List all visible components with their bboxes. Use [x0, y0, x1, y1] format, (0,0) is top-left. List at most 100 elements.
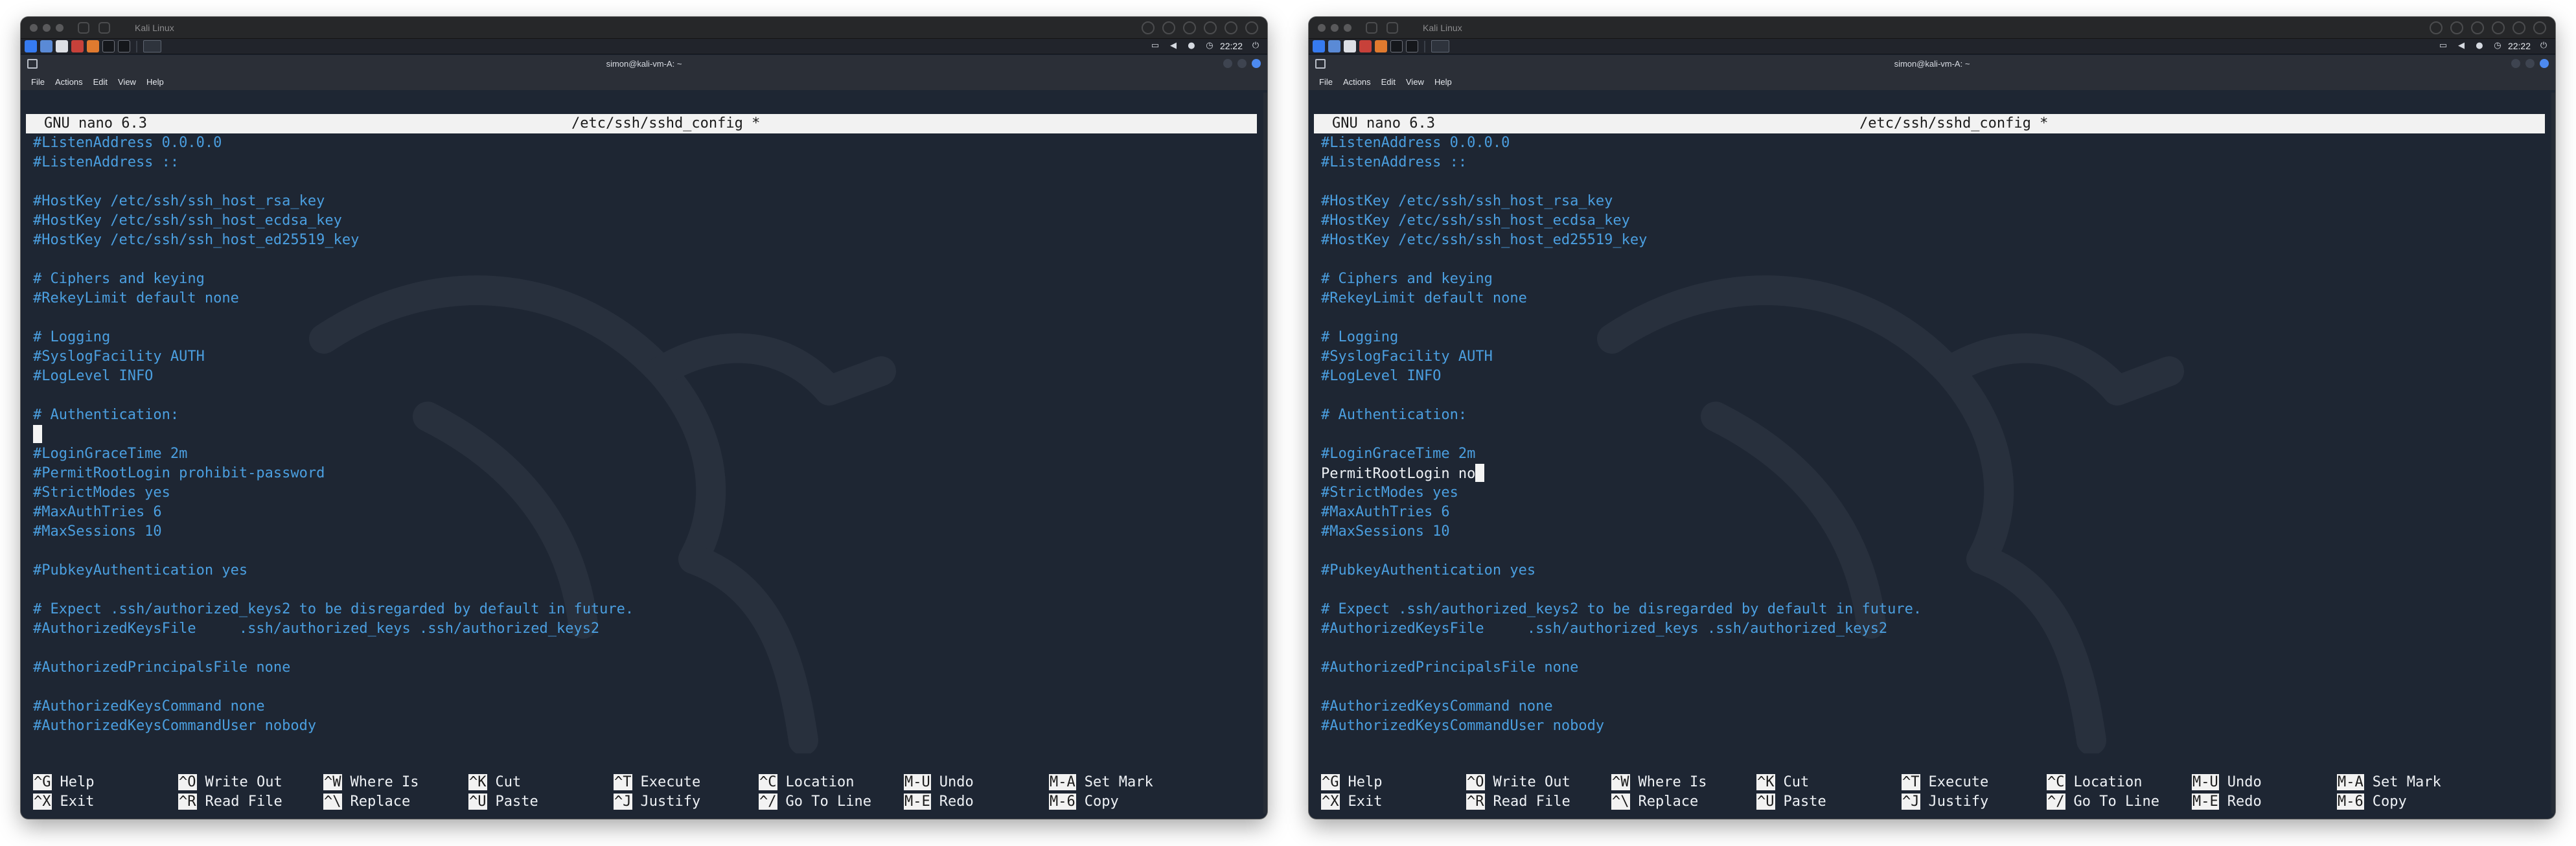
shortcut-where-is[interactable]: ^W Where Is	[323, 773, 419, 792]
file-manager-icon[interactable]	[56, 40, 68, 52]
usb-icon[interactable]	[1225, 21, 1237, 34]
shortcut-write-out[interactable]: ^O Write Out	[1466, 773, 1570, 792]
menu-help[interactable]: Help	[146, 77, 164, 87]
power-icon[interactable]: ⏻	[2538, 41, 2549, 51]
menu-help[interactable]: Help	[1434, 77, 1452, 87]
shortcut-go-to-line[interactable]: ^/Go To Line	[2047, 792, 2159, 812]
shortcut-redo[interactable]: M-E Redo	[2192, 792, 2262, 812]
notification-bell-icon[interactable]: ●	[1186, 41, 1197, 51]
shortcut-justify[interactable]: ^J Justify	[614, 792, 700, 812]
shortcut-undo[interactable]: M-U Undo	[904, 773, 974, 792]
shortcut-undo[interactable]: M-U Undo	[2192, 773, 2262, 792]
resize-icon[interactable]	[1162, 21, 1175, 34]
close-button[interactable]	[1252, 59, 1261, 68]
terminal-launcher-icon[interactable]	[102, 40, 115, 52]
zoom-traffic-light[interactable]	[56, 24, 63, 32]
volume-icon[interactable]: ◀	[1168, 41, 1179, 51]
shortcut-justify[interactable]: ^J Justify	[1902, 792, 1988, 812]
shortcut-cut[interactable]: ^K Cut	[1756, 773, 1809, 792]
text-editor-icon[interactable]	[1359, 40, 1372, 52]
minimize-button[interactable]	[1223, 59, 1232, 68]
usb-icon[interactable]	[2513, 21, 2525, 34]
text-editor-icon[interactable]	[71, 40, 84, 52]
notification-bell-icon[interactable]: ●	[2474, 41, 2485, 51]
resize-icon[interactable]	[2450, 21, 2463, 34]
shortcut-help[interactable]: ^G Help	[1321, 773, 1382, 792]
close-traffic-light[interactable]	[1318, 24, 1326, 32]
menu-file[interactable]: File	[31, 77, 45, 87]
terminal-scrollbar[interactable]	[2551, 93, 2555, 814]
shortcut-exit[interactable]: ^X Exit	[1321, 792, 1382, 812]
browser-icon[interactable]	[87, 40, 99, 52]
more-icon[interactable]	[2533, 21, 2546, 34]
show-desktop-icon[interactable]	[40, 40, 52, 52]
shortcut-set-mark[interactable]: M-A Set Mark	[2337, 773, 2441, 792]
back-icon[interactable]	[1366, 22, 1377, 34]
close-button[interactable]	[2540, 59, 2549, 68]
shortcut-read-file[interactable]: ^R Read File	[178, 792, 282, 812]
settings-icon[interactable]	[2430, 21, 2443, 34]
close-traffic-light[interactable]	[30, 24, 38, 32]
shortcut-go-to-line[interactable]: ^/Go To Line	[759, 792, 871, 812]
snapshot-icon[interactable]	[1386, 22, 1398, 34]
shortcut-exit[interactable]: ^X Exit	[33, 792, 94, 812]
editor-buffer[interactable]: #ListenAddress 0.0.0.0 #ListenAddress ::…	[1321, 133, 1922, 736]
shortcut-where-is[interactable]: ^W Where Is	[1611, 773, 1707, 792]
kali-menu-icon[interactable]	[25, 40, 37, 52]
power-icon[interactable]: ⏻	[1250, 41, 1261, 51]
shortcut-read-file[interactable]: ^R Read File	[1466, 792, 1570, 812]
shortcut-set-mark[interactable]: M-A Set Mark	[1049, 773, 1153, 792]
shortcut-write-out[interactable]: ^O Write Out	[178, 773, 282, 792]
show-desktop-icon[interactable]	[1328, 40, 1340, 52]
shortcut-execute[interactable]: ^T Execute	[1902, 773, 1988, 792]
menu-edit[interactable]: Edit	[93, 77, 108, 87]
menu-file[interactable]: File	[1319, 77, 1333, 87]
more-icon[interactable]	[1245, 21, 1258, 34]
share-icon[interactable]	[2492, 21, 2505, 34]
kali-menu-icon[interactable]	[1313, 40, 1325, 52]
shortcut-replace[interactable]: ^\ Replace	[1611, 792, 1698, 812]
shortcut-cut[interactable]: ^K Cut	[468, 773, 521, 792]
display-icon[interactable]	[2471, 21, 2484, 34]
back-icon[interactable]	[78, 22, 89, 34]
editor-buffer[interactable]: #ListenAddress 0.0.0.0 #ListenAddress ::…	[33, 133, 634, 736]
panel-clock[interactable]: 22:22	[2508, 41, 2531, 51]
panel-clock[interactable]: 22:22	[1220, 41, 1243, 51]
settings-icon[interactable]	[1142, 21, 1155, 34]
shortcut-copy[interactable]: M-6 Copy	[1049, 792, 1119, 812]
shortcut-replace[interactable]: ^\ Replace	[323, 792, 410, 812]
shortcut-paste[interactable]: ^U Paste	[468, 792, 538, 812]
share-icon[interactable]	[1204, 21, 1217, 34]
taskbar-terminal-button[interactable]	[1431, 40, 1449, 52]
workspace-icon[interactable]	[1406, 40, 1418, 52]
maximize-button[interactable]	[1237, 59, 1247, 68]
menu-actions[interactable]: Actions	[1343, 77, 1371, 87]
shortcut-copy[interactable]: M-6 Copy	[2337, 792, 2407, 812]
terminal-body[interactable]: GNU nano 6.3 /etc/ssh/sshd_config * #Lis…	[1314, 93, 2550, 819]
zoom-traffic-light[interactable]	[1344, 24, 1351, 32]
shortcut-help[interactable]: ^G Help	[33, 773, 94, 792]
volume-icon[interactable]: ◀	[2456, 41, 2467, 51]
taskbar-terminal-button[interactable]	[143, 40, 161, 52]
workspace-icon[interactable]	[118, 40, 130, 52]
terminal-launcher-icon[interactable]	[1390, 40, 1403, 52]
minimize-traffic-light[interactable]	[1331, 24, 1339, 32]
menu-edit[interactable]: Edit	[1381, 77, 1396, 87]
snapshot-icon[interactable]	[98, 22, 110, 34]
menu-view[interactable]: View	[118, 77, 136, 87]
file-manager-icon[interactable]	[1344, 40, 1356, 52]
maximize-button[interactable]	[2525, 59, 2535, 68]
display-tray-icon[interactable]: ▭	[2438, 41, 2448, 51]
minimize-button[interactable]	[2511, 59, 2520, 68]
shortcut-paste[interactable]: ^U Paste	[1756, 792, 1826, 812]
display-tray-icon[interactable]: ▭	[1150, 41, 1160, 51]
menu-view[interactable]: View	[1406, 77, 1424, 87]
menu-actions[interactable]: Actions	[55, 77, 83, 87]
browser-icon[interactable]	[1375, 40, 1387, 52]
display-icon[interactable]	[1183, 21, 1196, 34]
terminal-body[interactable]: GNU nano 6.3 /etc/ssh/sshd_config * #Lis…	[26, 93, 1262, 819]
shortcut-location[interactable]: ^C Location	[2047, 773, 2142, 792]
shortcut-redo[interactable]: M-E Redo	[904, 792, 974, 812]
shortcut-execute[interactable]: ^T Execute	[614, 773, 700, 792]
shortcut-location[interactable]: ^C Location	[759, 773, 854, 792]
